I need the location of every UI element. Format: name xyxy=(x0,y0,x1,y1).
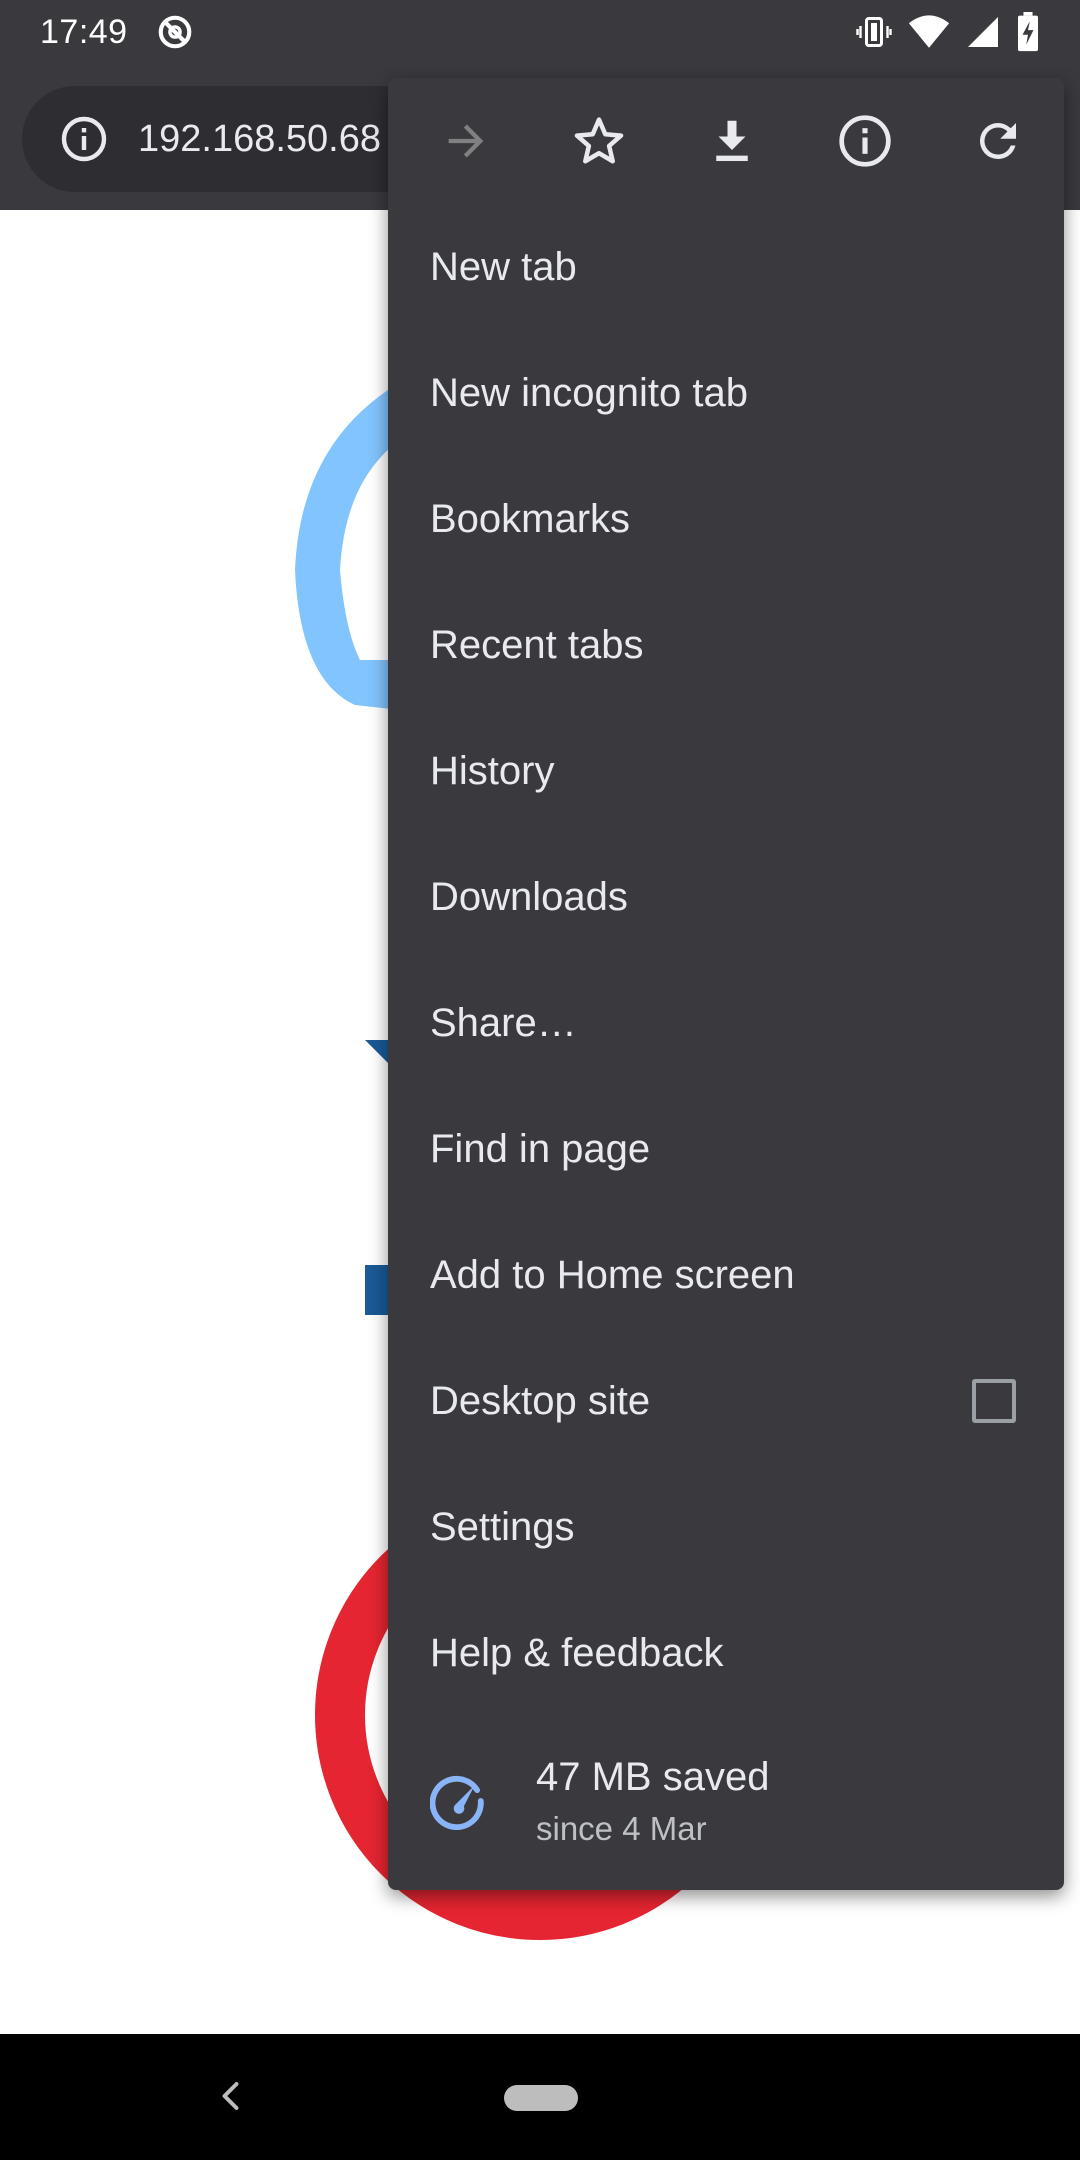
wifi-icon xyxy=(908,15,950,48)
menu-item-recent-tabs[interactable]: Recent tabs xyxy=(388,582,1064,708)
data-saver-row[interactable]: 47 MB saved since 4 Mar xyxy=(388,1716,1064,1886)
back-icon[interactable] xyxy=(214,2078,250,2114)
home-pill[interactable] xyxy=(504,2085,578,2111)
data-saver-text: 47 MB saved since 4 Mar xyxy=(536,1755,769,1848)
menu-list: New tab New incognito tab Bookmarks Rece… xyxy=(388,204,1064,1716)
dnd-icon xyxy=(158,15,191,49)
download-button[interactable] xyxy=(666,78,799,204)
desktop-site-checkbox[interactable] xyxy=(972,1379,1016,1423)
menu-item-add-to-home-screen[interactable]: Add to Home screen xyxy=(388,1212,1064,1338)
download-icon xyxy=(716,120,748,162)
forward-icon xyxy=(449,124,484,158)
signal-icon xyxy=(968,17,998,47)
data-saver-subtitle: since 4 Mar xyxy=(536,1809,707,1847)
overflow-menu: New tab New incognito tab Bookmarks Rece… xyxy=(388,78,1064,1890)
menu-item-help-feedback[interactable]: Help & feedback xyxy=(388,1590,1064,1716)
status-icons xyxy=(854,12,1040,52)
system-nav-bar xyxy=(0,2034,1080,2160)
forward-button[interactable] xyxy=(400,78,533,204)
menu-item-share[interactable]: Share… xyxy=(388,960,1064,1086)
page-info-icon xyxy=(839,115,891,167)
status-bar: 17:49 xyxy=(0,0,1080,64)
url-text[interactable]: 192.168.50.68 xyxy=(138,118,381,161)
menu-item-new-tab[interactable]: New tab xyxy=(388,204,1064,330)
info-icon[interactable] xyxy=(60,115,108,163)
menu-item-find-in-page[interactable]: Find in page xyxy=(388,1086,1064,1212)
data-saver-gauge-icon xyxy=(430,1775,484,1830)
menu-item-settings[interactable]: Settings xyxy=(388,1464,1064,1590)
status-time: 17:49 xyxy=(40,12,128,51)
menu-item-bookmarks[interactable]: Bookmarks xyxy=(388,456,1064,582)
reload-button[interactable] xyxy=(931,78,1064,204)
menu-action-row xyxy=(388,78,1064,204)
reload-icon xyxy=(979,123,1016,160)
page-info-button[interactable] xyxy=(798,78,931,204)
menu-item-downloads[interactable]: Downloads xyxy=(388,834,1064,960)
menu-item-history[interactable]: History xyxy=(388,708,1064,834)
menu-item-desktop-site[interactable]: Desktop site xyxy=(388,1338,1064,1464)
data-saver-title: 47 MB saved xyxy=(536,1754,770,1799)
battery-charging-icon xyxy=(1018,12,1038,52)
bookmark-button[interactable] xyxy=(533,78,666,204)
light-blue-shape xyxy=(295,390,400,710)
menu-item-new-incognito-tab[interactable]: New incognito tab xyxy=(388,330,1064,456)
bookmark-star-icon xyxy=(574,117,624,164)
vibrate-icon xyxy=(856,17,892,47)
